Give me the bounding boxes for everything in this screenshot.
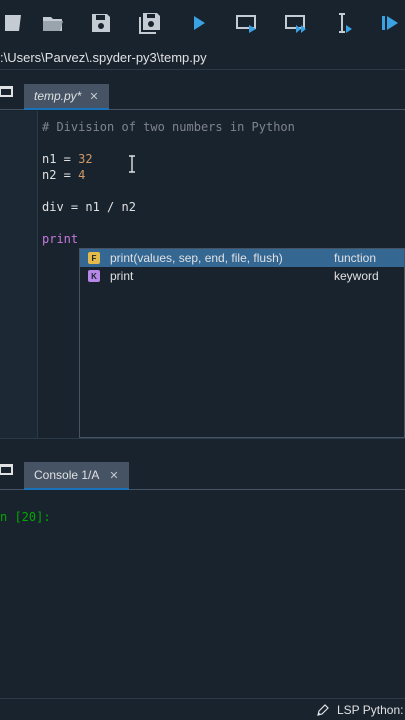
code-number: 4 <box>78 168 86 182</box>
keyword-icon: K <box>88 270 100 282</box>
pane-splitter[interactable] <box>0 438 405 458</box>
save-all-icon <box>139 13 160 34</box>
ipython-console[interactable]: n [20]: <box>0 491 405 698</box>
autocomplete-popup[interactable]: F print(values, sep, end, file, flush) f… <box>79 248 405 438</box>
console-tabstrip: Console 1/A ✕ <box>0 458 405 490</box>
completion-text: print(values, sep, end, file, flush) <box>110 251 283 265</box>
code-line-div: div = n1 / n2 <box>42 200 136 214</box>
tab-label: temp.py* <box>34 89 82 103</box>
run-cell-advance-icon <box>285 15 306 33</box>
run-cell-icon <box>236 15 256 33</box>
run-selection-icon <box>339 13 352 33</box>
completion-text: print <box>110 269 134 283</box>
status-bar: LSP Python: <box>0 698 405 720</box>
console-prompt: n [20]: <box>0 510 51 524</box>
run-selection-button[interactable] <box>328 8 358 38</box>
code-line-n1: n1 = 32 <box>42 151 93 167</box>
editor-tabstrip: temp.py* ✕ <box>0 82 405 110</box>
console-pane-options-icon[interactable] <box>0 464 14 476</box>
code-op: = <box>56 168 79 182</box>
tab-close-icon[interactable]: ✕ <box>89 90 98 103</box>
debug-button[interactable] <box>375 8 405 38</box>
run-cell-advance-button[interactable] <box>281 8 311 38</box>
code-line-n2: n2 = 4 <box>42 167 85 183</box>
save-button[interactable] <box>86 8 116 38</box>
completion-kind: function <box>334 251 377 265</box>
completion-kind: keyword <box>334 269 379 283</box>
tab-console[interactable]: Console 1/A ✕ <box>24 462 129 490</box>
open-file-button[interactable] <box>38 8 68 38</box>
tab-temp-py[interactable]: temp.py* ✕ <box>24 84 109 110</box>
save-icon <box>92 14 110 32</box>
main-toolbar <box>0 0 405 46</box>
lsp-status-text: LSP Python: <box>337 703 404 717</box>
pane-gap <box>0 70 405 82</box>
save-all-button[interactable] <box>135 8 165 38</box>
run-cell-button[interactable] <box>232 8 262 38</box>
open-folder-icon <box>43 17 63 31</box>
code-line-print: print <box>42 232 79 246</box>
function-icon: F <box>88 252 100 264</box>
code-op: = <box>56 152 79 166</box>
new-file-icon <box>5 15 21 31</box>
code-var: n1 <box>42 152 57 166</box>
completion-item[interactable]: K print keyword <box>80 267 404 285</box>
debug-icon <box>382 16 398 30</box>
console-pane: Console 1/A ✕ n [20]: <box>0 458 405 698</box>
text-cursor-icon <box>129 155 135 173</box>
file-path-text: :\Users\Parvez\.spyder-py3\temp.py <box>0 50 207 65</box>
console-tab-close-icon[interactable]: ✕ <box>109 469 118 482</box>
code-var: n2 <box>42 168 57 182</box>
line-number-gutter <box>0 111 38 438</box>
run-icon <box>194 16 205 30</box>
run-button[interactable] <box>184 8 214 38</box>
code-number: 32 <box>78 152 93 166</box>
lsp-status-icon <box>317 704 329 716</box>
file-path-bar: :\Users\Parvez\.spyder-py3\temp.py <box>0 46 405 70</box>
console-tab-label: Console 1/A <box>34 468 100 482</box>
pane-options-icon[interactable] <box>0 86 14 98</box>
completion-item[interactable]: F print(values, sep, end, file, flush) f… <box>80 249 404 267</box>
code-line-comment: # Division of two numbers in Python <box>42 120 295 134</box>
new-file-button[interactable] <box>0 8 30 38</box>
